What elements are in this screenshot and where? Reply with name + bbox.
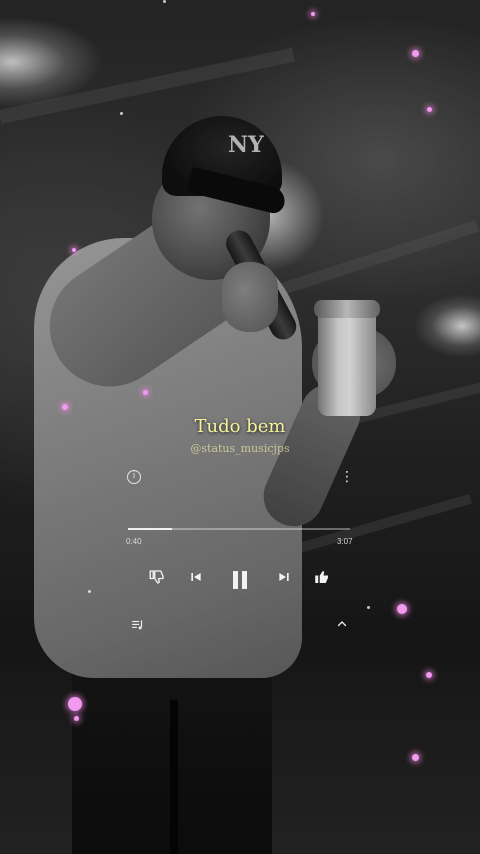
- pink-particle: [311, 12, 315, 16]
- chevron-up-icon[interactable]: [336, 618, 348, 632]
- total-duration: 3:07: [337, 537, 353, 546]
- chevron-up-icon: [337, 621, 347, 627]
- white-sparkle: [163, 0, 166, 3]
- more-vertical-icon[interactable]: ⋮: [340, 470, 354, 484]
- skip-previous-icon: [191, 573, 201, 581]
- pink-particle: [426, 672, 432, 678]
- channel-handle: @status_musicjps: [190, 442, 290, 455]
- white-sparkle: [120, 112, 123, 115]
- pause-icon[interactable]: [228, 568, 252, 589]
- thumbs-down-icon[interactable]: [148, 568, 166, 588]
- white-sparkle: [88, 590, 91, 593]
- skip-next-icon[interactable]: [276, 568, 292, 588]
- pink-particle: [74, 716, 79, 721]
- info-icon[interactable]: i: [127, 470, 141, 484]
- thumbs-down-icon: [149, 570, 164, 584]
- progress-fill: [128, 528, 173, 530]
- pink-particle: [397, 604, 407, 614]
- pink-particle: [412, 50, 419, 57]
- pink-particle: [72, 248, 76, 252]
- thumbs-up-icon: [315, 571, 328, 583]
- pink-particle: [143, 390, 148, 395]
- skip-next-icon: [279, 573, 289, 581]
- pink-particle: [62, 404, 68, 410]
- pink-particle: [68, 697, 82, 711]
- pause-icon: [233, 571, 247, 589]
- queue-music-icon: [132, 620, 143, 630]
- elapsed-time: 0:40: [126, 537, 142, 546]
- lyric-line: Tudo bem: [194, 416, 286, 437]
- white-sparkle: [367, 606, 370, 609]
- skip-previous-icon[interactable]: [188, 568, 204, 588]
- progress-bar[interactable]: [128, 528, 350, 530]
- queue-music-icon[interactable]: [131, 618, 145, 632]
- pink-particle: [427, 107, 432, 112]
- pink-particle: [412, 754, 419, 761]
- thumbs-up-icon[interactable]: [313, 568, 331, 588]
